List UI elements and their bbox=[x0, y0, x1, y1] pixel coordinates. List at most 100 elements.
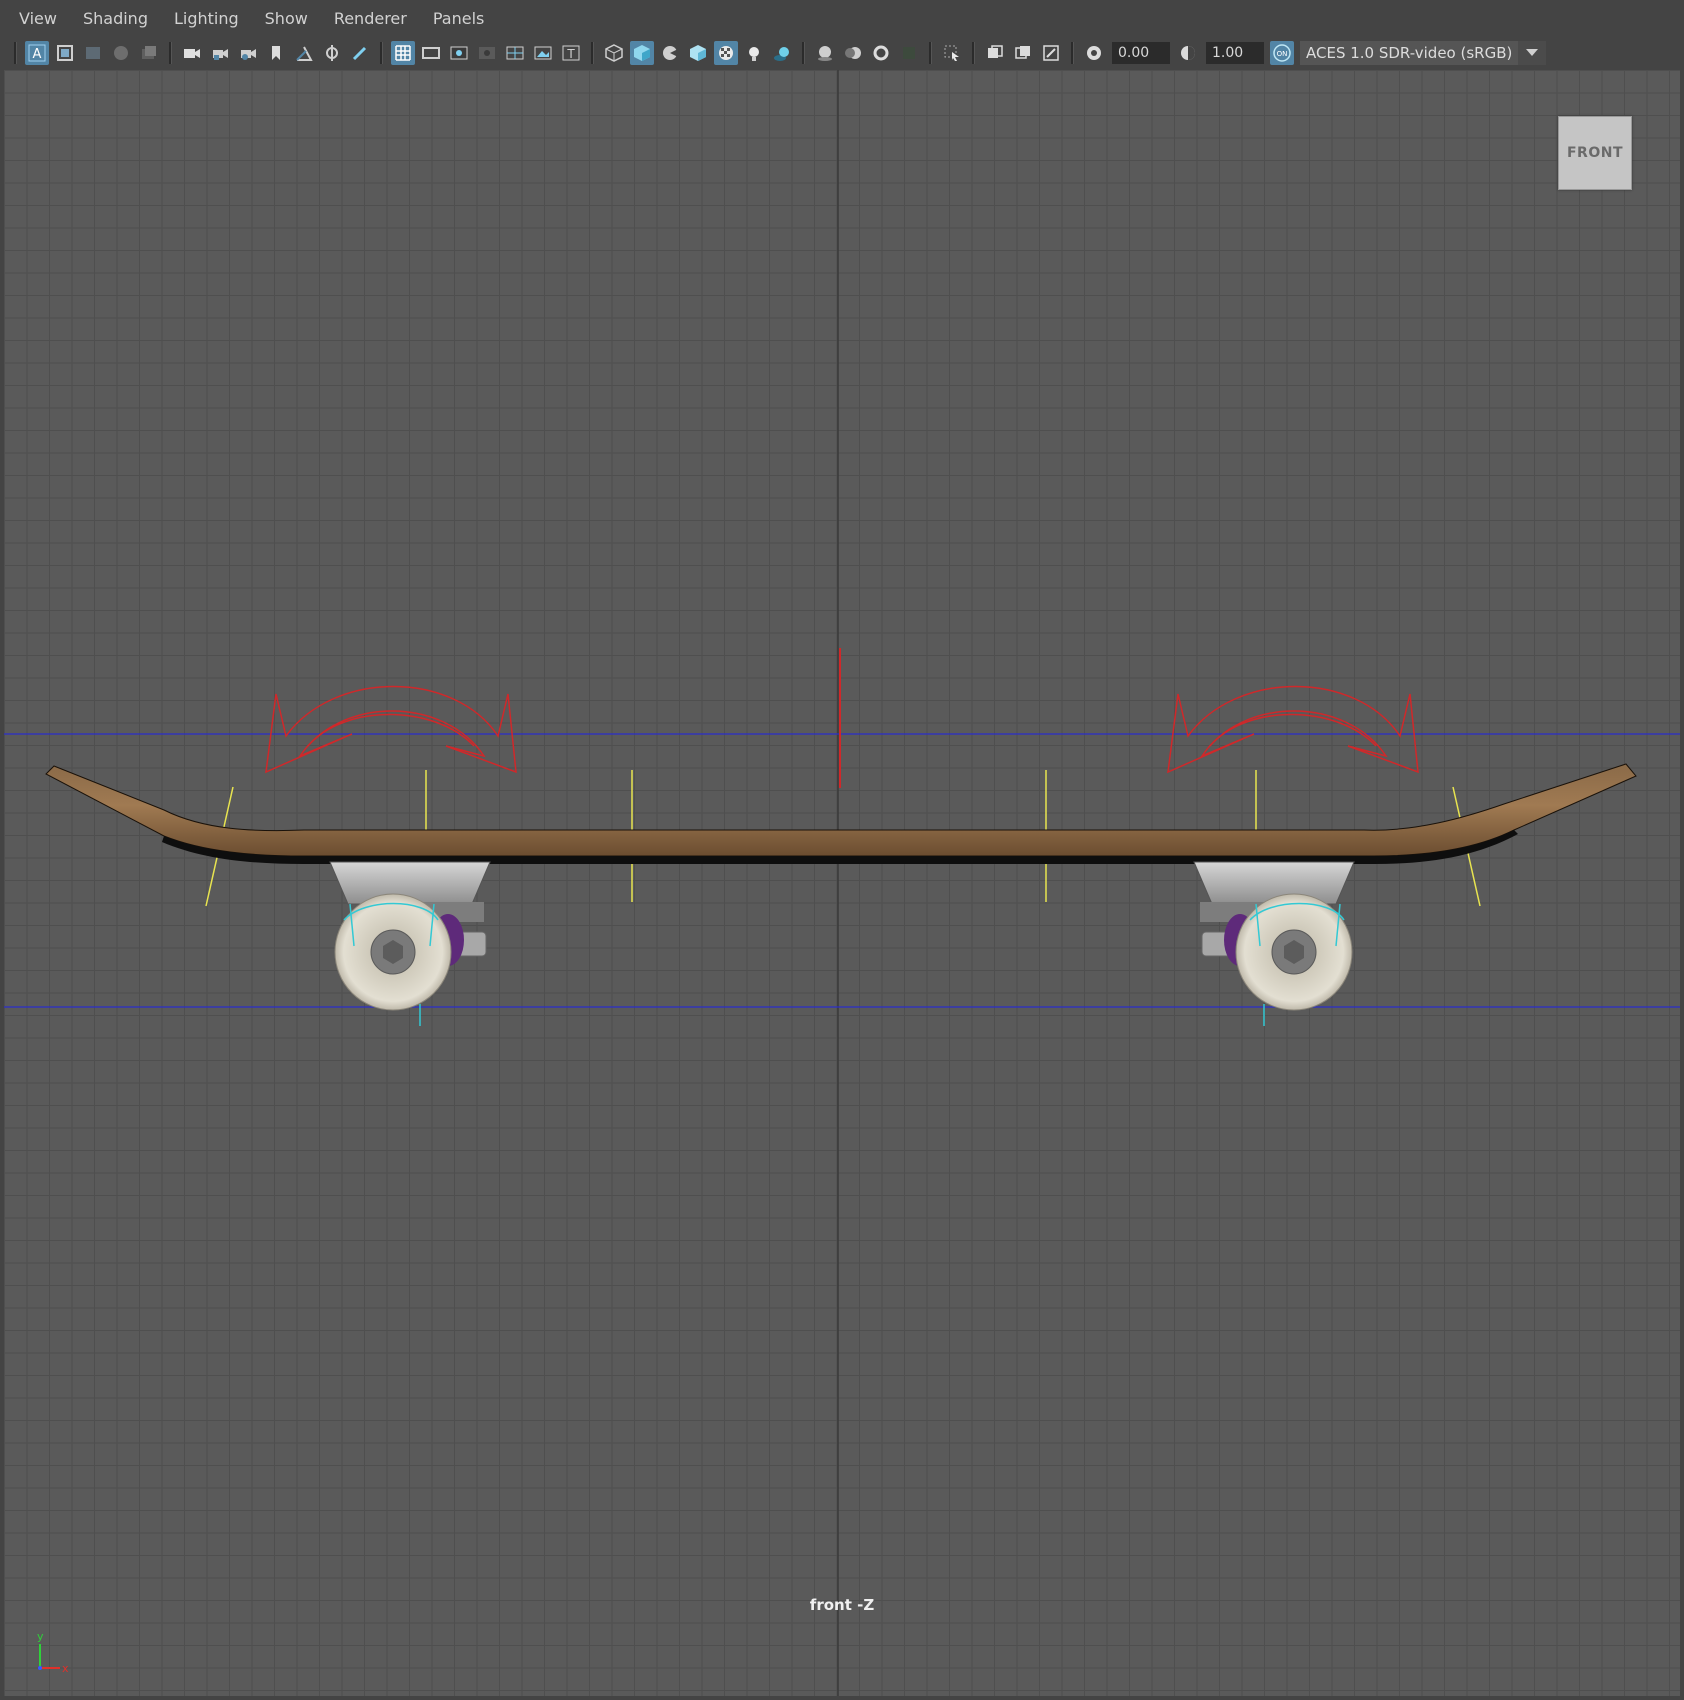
gamma-icon bbox=[1181, 46, 1195, 60]
checker-icon bbox=[719, 46, 733, 60]
shadow-sphere-icon bbox=[774, 47, 789, 61]
bookmark-button[interactable] bbox=[264, 41, 288, 65]
gate-mask-icon bbox=[479, 47, 495, 59]
field-chart-button[interactable] bbox=[503, 41, 527, 65]
xray-button[interactable] bbox=[983, 41, 1007, 65]
camera-name-label: front -Z bbox=[809, 1596, 875, 1614]
viewcube[interactable]: FRONT bbox=[1558, 116, 1632, 190]
xray-joints-button[interactable] bbox=[1039, 41, 1063, 65]
2d-pan-button[interactable] bbox=[109, 41, 133, 65]
grease-pencil-button[interactable] bbox=[137, 41, 161, 65]
left-truck-assembly[interactable] bbox=[329, 861, 491, 1011]
ao-icon bbox=[818, 46, 832, 61]
move-tool-icon bbox=[326, 45, 338, 61]
frame-icon bbox=[57, 45, 73, 61]
aperture-icon bbox=[1087, 46, 1101, 60]
toolbar-separator bbox=[802, 42, 805, 64]
color-management-toggle[interactable]: ON bbox=[1270, 41, 1294, 65]
axis-indicator-icon: y x bbox=[37, 1630, 69, 1675]
right-truck-assembly[interactable] bbox=[1193, 861, 1355, 1011]
left-rotate-control[interactable] bbox=[265, 685, 517, 774]
safe-action-button[interactable] bbox=[531, 41, 555, 65]
field-chart-icon bbox=[506, 46, 524, 60]
film-gate-icon bbox=[422, 47, 440, 59]
exposure-button[interactable] bbox=[1082, 41, 1106, 65]
gamma-button[interactable] bbox=[1176, 41, 1200, 65]
toolbar-separator bbox=[972, 42, 975, 64]
select-camera-button[interactable]: A bbox=[25, 41, 49, 65]
menu-show[interactable]: Show bbox=[252, 0, 321, 38]
light-bulb-icon bbox=[749, 47, 759, 61]
grid-icon bbox=[395, 45, 411, 61]
toolbar-separator bbox=[1071, 42, 1074, 64]
toolbar-separator bbox=[169, 42, 172, 64]
menu-shading[interactable]: Shading bbox=[70, 0, 161, 38]
safe-action-icon bbox=[534, 46, 552, 60]
wireframe-on-shaded-button[interactable] bbox=[658, 41, 682, 65]
color-space-dropdown[interactable]: ACES 1.0 SDR-video (sRGB) bbox=[1300, 41, 1546, 65]
xray-active-button[interactable] bbox=[1011, 41, 1035, 65]
dof-icon bbox=[903, 47, 915, 59]
color-space-label: ACES 1.0 SDR-video (sRGB) bbox=[1306, 44, 1513, 62]
textured-button[interactable] bbox=[714, 41, 738, 65]
toolbar-separator bbox=[591, 42, 594, 64]
menu-panels[interactable]: Panels bbox=[420, 0, 498, 38]
wireframe-button[interactable] bbox=[602, 41, 626, 65]
sphere-icon bbox=[114, 46, 128, 60]
viewport-scene bbox=[4, 70, 1680, 1696]
color-management-badge-label: ON bbox=[1277, 50, 1288, 58]
material-cube-icon bbox=[690, 45, 706, 61]
lock-camera-button[interactable] bbox=[208, 41, 232, 65]
gamma-field[interactable]: 1.00 bbox=[1206, 42, 1264, 64]
color-management-icon: ON bbox=[1273, 44, 1291, 62]
anti-aliasing-button[interactable] bbox=[869, 41, 893, 65]
toolbar-separator bbox=[929, 42, 932, 64]
toolbar-separator bbox=[14, 42, 17, 64]
menu-renderer[interactable]: Renderer bbox=[321, 0, 420, 38]
gate-mask-button[interactable] bbox=[475, 41, 499, 65]
viewcube-label: FRONT bbox=[1566, 145, 1623, 161]
smooth-shade-button[interactable] bbox=[630, 41, 654, 65]
safe-title-button[interactable]: T bbox=[559, 41, 583, 65]
menu-view[interactable]: View bbox=[6, 0, 70, 38]
grid-tool-button[interactable] bbox=[292, 41, 316, 65]
camera-lock-icon bbox=[213, 49, 228, 60]
pencil-icon bbox=[352, 46, 367, 61]
camera-icon bbox=[184, 49, 200, 58]
shaded-cube-icon bbox=[634, 45, 650, 61]
svg-text:T: T bbox=[566, 47, 575, 61]
resolution-gate-button[interactable] bbox=[447, 41, 471, 65]
film-gate-button[interactable] bbox=[419, 41, 443, 65]
image-plane-icon bbox=[86, 47, 100, 59]
angle-tool-icon bbox=[296, 46, 313, 61]
image-plane-button[interactable] bbox=[81, 41, 105, 65]
exposure-field[interactable]: 0.00 bbox=[1112, 42, 1170, 64]
right-rotate-control[interactable] bbox=[1167, 685, 1419, 774]
xray-icon bbox=[988, 45, 1003, 58]
use-all-lights-button[interactable] bbox=[742, 41, 766, 65]
menu-lighting[interactable]: Lighting bbox=[161, 0, 252, 38]
isolate-select-button[interactable] bbox=[940, 41, 964, 65]
panel-menu-bar: View Shading Lighting Show Renderer Pane… bbox=[0, 0, 1684, 38]
pencil-tool-button[interactable] bbox=[348, 41, 372, 65]
resolution-gate-icon bbox=[450, 46, 468, 60]
layers-icon bbox=[142, 46, 156, 59]
wireframe-cube-icon bbox=[605, 44, 623, 62]
motion-blur-button[interactable] bbox=[841, 41, 865, 65]
xray-active-icon bbox=[1015, 46, 1030, 59]
depth-of-field-button[interactable] bbox=[897, 41, 921, 65]
frame-all-button[interactable] bbox=[53, 41, 77, 65]
pie-shade-icon bbox=[663, 46, 678, 60]
camera-settings-button[interactable] bbox=[236, 41, 260, 65]
camera-attributes-icon: A bbox=[28, 44, 46, 62]
screen-space-ao-button[interactable] bbox=[813, 41, 837, 65]
shadows-button[interactable] bbox=[770, 41, 794, 65]
3d-viewport[interactable]: FRONT front -Z y x bbox=[4, 70, 1680, 1696]
axis-y-label: y bbox=[37, 1630, 44, 1643]
toolbar-separator bbox=[380, 42, 383, 64]
track-tool-button[interactable] bbox=[320, 41, 344, 65]
xray-joints-icon bbox=[1043, 45, 1059, 61]
camera-button[interactable] bbox=[180, 41, 204, 65]
grid-toggle-button[interactable] bbox=[391, 41, 415, 65]
default-material-button[interactable] bbox=[686, 41, 710, 65]
